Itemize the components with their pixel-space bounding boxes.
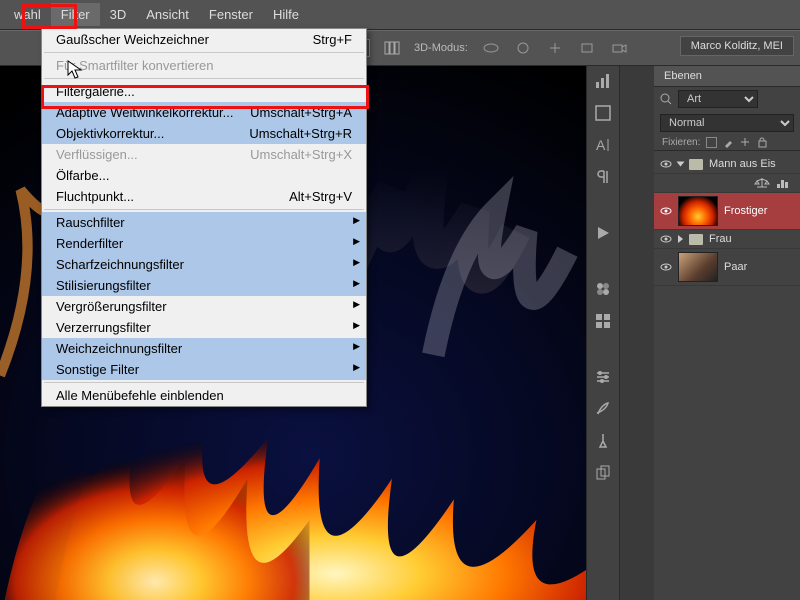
layer-item[interactable]: Paar <box>654 249 800 286</box>
lock-pixels[interactable] <box>706 137 717 148</box>
layers-tab[interactable]: Ebenen <box>654 66 800 87</box>
levels-icon <box>776 177 790 189</box>
menu-ansicht[interactable]: Ansicht <box>136 3 199 26</box>
filter-btn-1[interactable] <box>764 92 778 106</box>
disclosure-triangle[interactable] <box>677 162 685 167</box>
color-icon[interactable] <box>594 104 612 122</box>
layer-adjust[interactable] <box>654 174 800 193</box>
folder-icon <box>689 234 703 245</box>
menu-item[interactable]: Rauschfilter▶ <box>42 212 366 233</box>
layer-group[interactable]: Mann aus Eis <box>654 155 800 174</box>
layer-list: Mann aus Eis Frostiger Frau Paar <box>654 151 800 286</box>
layer-name[interactable]: Frau <box>709 233 732 245</box>
menu-item[interactable]: Filtergalerie... <box>42 81 366 102</box>
filter-menu: Gaußscher WeichzeichnerStrg+F Für Smartfi… <box>41 28 367 407</box>
menu-item[interactable]: Vergrößerungsfilter▶ <box>42 296 366 317</box>
menu-hilfe[interactable]: Hilfe <box>263 3 309 26</box>
menu-item[interactable]: Renderfilter▶ <box>42 233 366 254</box>
menu-item[interactable]: Sonstige Filter▶ <box>42 359 366 380</box>
menu-item: Für Smartfilter konvertieren <box>42 55 366 76</box>
blend-mode-select[interactable]: Normal <box>660 114 794 132</box>
visibility-icon[interactable] <box>660 233 672 245</box>
menu-item[interactable]: Fluchtpunkt...Alt+Strg+V <box>42 186 366 207</box>
lock-move-icon[interactable] <box>740 137 751 148</box>
camera-icon[interactable] <box>610 41 628 55</box>
layer-thumb <box>678 252 718 282</box>
layers-panel: Ebenen Art Normal Fixieren: Mann aus Eis <box>654 66 800 600</box>
columns-icon[interactable] <box>384 40 400 56</box>
layer-item[interactable]: Frostiger <box>654 193 800 230</box>
visibility-icon[interactable] <box>660 261 672 273</box>
histogram-icon[interactable] <box>594 72 612 90</box>
play-icon[interactable] <box>594 224 612 242</box>
cursor-icon <box>67 60 83 80</box>
type-icon[interactable]: A <box>594 136 612 154</box>
menu-auswahl[interactable]: wahl <box>4 3 51 26</box>
menu-item[interactable]: Scharfzeichnungsfilter▶ <box>42 254 366 275</box>
adjust-icon[interactable] <box>594 368 612 386</box>
menubar: wahl Filter 3D Ansicht Fenster Hilfe <box>0 0 800 30</box>
disclosure-triangle[interactable] <box>678 235 683 243</box>
menu-fenster[interactable]: Fenster <box>199 3 263 26</box>
visibility-icon[interactable] <box>660 205 672 217</box>
brush-icon[interactable] <box>594 400 612 418</box>
collapsed-panels: A <box>586 66 620 600</box>
menu-item[interactable]: Ölfarbe... <box>42 165 366 186</box>
menu-item[interactable]: Verzerrungsfilter▶ <box>42 317 366 338</box>
layer-name[interactable]: Paar <box>724 261 747 273</box>
lock-row: Fixieren: <box>654 135 800 151</box>
menu-3d[interactable]: 3D <box>100 3 137 26</box>
user-badge[interactable]: Marco Kolditz, MEI <box>680 36 794 56</box>
pan-icon[interactable] <box>514 41 532 55</box>
menu-item[interactable]: Weichzeichnungsfilter▶ <box>42 338 366 359</box>
menu-item[interactable]: Alle Menübefehle einblenden <box>42 385 366 406</box>
menu-item[interactable]: Objektivkorrektur...Umschalt+Strg+R <box>42 123 366 144</box>
brush2-icon[interactable] <box>594 432 612 450</box>
menu-item[interactable]: Gaußscher WeichzeichnerStrg+F <box>42 29 366 50</box>
filter-btn-2[interactable] <box>780 92 794 106</box>
menu-item: Verflüssigen...Umschalt+Strg+X <box>42 144 366 165</box>
lock-all-icon[interactable] <box>757 137 768 148</box>
layer-thumb <box>678 196 718 226</box>
menu-item[interactable]: Stilisierungsfilter▶ <box>42 275 366 296</box>
orbit-icon[interactable] <box>482 41 500 55</box>
search-icon <box>660 93 672 105</box>
visibility-icon[interactable] <box>660 158 672 170</box>
layer-group[interactable]: Frau <box>654 230 800 249</box>
menu-item[interactable]: Adaptive Weitwinkelkorrektur...Umschalt+… <box>42 102 366 123</box>
light-icon[interactable] <box>578 41 596 55</box>
mode-label: 3D-Modus: <box>414 42 468 54</box>
filter-kind-select[interactable]: Art <box>678 90 758 108</box>
move-icon[interactable] <box>546 41 564 55</box>
svg-text:A: A <box>596 137 606 153</box>
folder-icon <box>689 159 703 170</box>
lock-brush-icon[interactable] <box>723 137 734 148</box>
layer-name[interactable]: Frostiger <box>724 205 767 217</box>
swatches-icon[interactable] <box>594 280 612 298</box>
balance-icon <box>754 177 770 189</box>
clone-icon[interactable] <box>594 464 612 482</box>
layer-name[interactable]: Mann aus Eis <box>709 158 776 170</box>
paragraph-icon[interactable] <box>594 168 612 186</box>
grid-icon[interactable] <box>594 312 612 330</box>
menu-filter[interactable]: Filter <box>51 3 100 26</box>
